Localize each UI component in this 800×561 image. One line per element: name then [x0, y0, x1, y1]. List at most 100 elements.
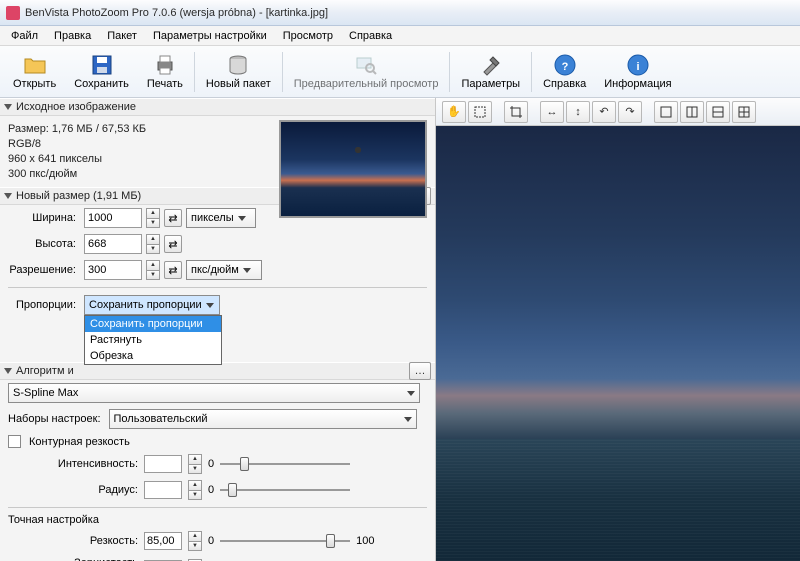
res-input[interactable] [84, 260, 142, 280]
link-width-button[interactable]: ⇄ [164, 209, 182, 227]
res-spinner[interactable]: ▲▼ [146, 260, 160, 280]
right-panel: ✋ ↔ ↕ ↶ ↷ [436, 98, 800, 561]
proportions-dropdown: Сохранить пропорции Растянуть Обрезка [84, 315, 222, 365]
flip-h-icon: ↔ [547, 106, 558, 118]
floppy-icon [90, 53, 114, 77]
presets-label: Наборы настроек: [8, 413, 101, 425]
algorithm-combo[interactable]: S-Spline Max [8, 383, 420, 403]
magnifier-icon [354, 53, 378, 77]
height-spinner[interactable]: ▲▼ [146, 234, 160, 254]
menu-view[interactable]: Просмотр [276, 28, 340, 44]
open-button[interactable]: Открыть [4, 48, 65, 96]
marquee-tool-button[interactable] [468, 101, 492, 123]
menu-settings[interactable]: Параметры настройки [146, 28, 274, 44]
intensity-label: Интенсивность: [8, 458, 138, 470]
print-label: Печать [147, 78, 183, 90]
crop-icon [509, 105, 523, 119]
res-label: Разрешение: [8, 264, 80, 276]
rotate-ccw-button[interactable]: ↶ [592, 101, 616, 123]
radius-label: Радиус: [8, 484, 138, 496]
hand-tool-button[interactable]: ✋ [442, 101, 466, 123]
left-panel: Исходное изображение Размер: 1,76 МБ / 6… [0, 98, 436, 561]
menubar: Файл Правка Пакет Параметры настройки Пр… [0, 26, 800, 46]
section-original[interactable]: Исходное изображение [0, 98, 435, 116]
link-height-button[interactable]: ⇄ [164, 235, 182, 253]
split-h-icon [711, 105, 725, 119]
split-v-button[interactable] [680, 101, 704, 123]
grain-label: Зернистость фотопленки: [8, 557, 138, 561]
width-unit-combo[interactable]: пикселы [186, 208, 256, 228]
algo-more-button[interactable]: … [409, 362, 431, 380]
prop-opt-crop[interactable]: Обрезка [85, 348, 221, 364]
help-icon: ? [553, 53, 577, 77]
titlebar: BenVista PhotoZoom Pro 7.0.6 (wersja pró… [0, 0, 800, 26]
width-spinner[interactable]: ▲▼ [146, 208, 160, 228]
print-button[interactable]: Печать [138, 48, 192, 96]
hand-icon: ✋ [447, 105, 461, 118]
menu-file[interactable]: Файл [4, 28, 45, 44]
prop-opt-keep[interactable]: Сохранить пропорции [85, 316, 221, 332]
height-input[interactable] [84, 234, 142, 254]
preset-combo[interactable]: Пользовательский [109, 409, 417, 429]
params-label: Параметры [461, 78, 520, 90]
folder-icon [23, 53, 47, 77]
rotate-cw-button[interactable]: ↷ [618, 101, 642, 123]
sharp-label: Резкость: [8, 535, 138, 547]
intensity-slider[interactable] [220, 455, 350, 473]
main-toolbar: Открыть Сохранить Печать Новый пакет Пре… [0, 46, 800, 98]
tools-icon [479, 53, 503, 77]
preview-button[interactable]: Предварительный просмотр [285, 48, 448, 96]
split-none-icon [659, 105, 673, 119]
save-button[interactable]: Сохранить [65, 48, 138, 96]
intensity-value[interactable] [144, 455, 182, 473]
svg-text:i: i [636, 61, 639, 73]
open-label: Открыть [13, 78, 56, 90]
menu-edit[interactable]: Правка [47, 28, 98, 44]
toolbar-separator [282, 52, 283, 92]
menu-help[interactable]: Справка [342, 28, 399, 44]
split-h-button[interactable] [706, 101, 730, 123]
prop-label: Пропорции: [8, 299, 80, 311]
help-button[interactable]: ? Справка [534, 48, 595, 96]
params-button[interactable]: Параметры [452, 48, 529, 96]
height-label: Высота: [8, 238, 80, 250]
menu-batch[interactable]: Пакет [100, 28, 144, 44]
contour-checkbox[interactable] [8, 435, 21, 448]
flip-v-button[interactable]: ↕ [566, 101, 590, 123]
prop-opt-stretch[interactable]: Растянуть [85, 332, 221, 348]
help-label: Справка [543, 78, 586, 90]
crop-tool-button[interactable] [504, 101, 528, 123]
flip-v-icon: ↕ [575, 106, 581, 118]
image-toolbar: ✋ ↔ ↕ ↶ ↷ [436, 98, 800, 126]
rotate-cw-icon: ↷ [625, 105, 634, 118]
batch-button[interactable]: Новый пакет [197, 48, 280, 96]
rotate-ccw-icon: ↶ [599, 105, 608, 118]
proportions-combo[interactable]: Сохранить пропорции Сохранить пропорции … [84, 295, 220, 315]
toolbar-separator [531, 52, 532, 92]
save-label: Сохранить [74, 78, 129, 90]
sharp-value[interactable]: 85,00 [144, 532, 182, 550]
intensity-spinner[interactable]: ▲▼ [188, 454, 202, 474]
info-icon: i [626, 53, 650, 77]
info-button[interactable]: i Информация [595, 48, 680, 96]
toolbar-separator [449, 52, 450, 92]
toolbar-separator [194, 52, 195, 92]
split-quad-button[interactable] [732, 101, 756, 123]
contour-label: Контурная резкость [29, 436, 130, 448]
svg-text:?: ? [561, 61, 568, 73]
width-input[interactable] [84, 208, 142, 228]
width-label: Ширина: [8, 212, 80, 224]
split-quad-icon [737, 105, 751, 119]
image-preview[interactable] [436, 126, 800, 561]
app-icon [6, 6, 20, 20]
radius-value[interactable] [144, 481, 182, 499]
flip-h-button[interactable]: ↔ [540, 101, 564, 123]
window-title: BenVista PhotoZoom Pro 7.0.6 (wersja pró… [25, 7, 328, 19]
radius-slider[interactable] [220, 481, 350, 499]
sharp-slider[interactable] [220, 532, 350, 550]
res-unit-combo[interactable]: пкс/дюйм [186, 260, 262, 280]
sharp-spinner[interactable]: ▲▼ [188, 531, 202, 551]
split-none-button[interactable] [654, 101, 678, 123]
radius-spinner[interactable]: ▲▼ [188, 480, 202, 500]
link-res-button[interactable]: ⇄ [164, 261, 182, 279]
